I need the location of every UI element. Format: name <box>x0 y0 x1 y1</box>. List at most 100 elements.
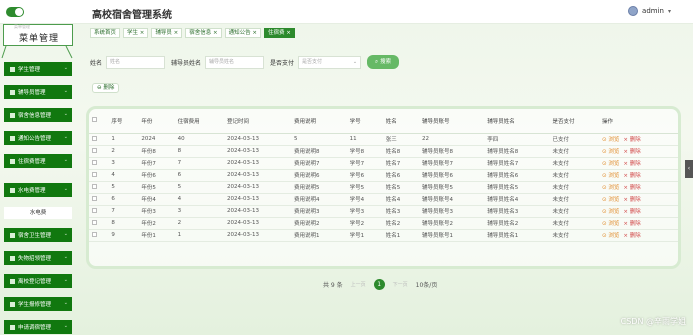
tab[interactable]: 住宿费 × <box>264 28 295 38</box>
select-all-checkbox[interactable] <box>92 117 97 123</box>
sidebar-item[interactable]: 失物招领管理 ⌄ <box>4 251 72 265</box>
counselor-input[interactable]: 辅导员姓名 <box>205 55 265 69</box>
row-checkbox[interactable] <box>92 195 97 201</box>
delete-button[interactable]: × 删除 <box>623 233 640 239</box>
sidebar-item[interactable]: 学生报修管理 ⌄ <box>4 297 72 311</box>
row-checkbox[interactable] <box>92 135 97 141</box>
tab-label: 学生 <box>127 30 139 36</box>
tab[interactable]: 通知公告 × <box>224 28 262 38</box>
page-number-current[interactable]: 1 <box>373 278 385 290</box>
view-button[interactable]: ⊙ 浏览 <box>602 209 619 215</box>
close-icon[interactable]: × <box>251 30 257 36</box>
table-cell: 学号6 <box>346 169 383 182</box>
close-icon[interactable]: × <box>172 30 179 36</box>
menu-icon <box>10 278 15 284</box>
delete-button[interactable]: × 删除 <box>623 173 640 179</box>
tab[interactable]: 宿舍信息 × <box>185 28 222 38</box>
table-cell: 辅导员账号4 <box>418 193 485 206</box>
tab[interactable]: 辅导员 × <box>151 28 183 38</box>
close-icon[interactable]: × <box>285 30 291 36</box>
delete-label: 删除 <box>629 161 641 167</box>
table-row: 6 年份4 4 2024-03-13 费用说明4 学号4 姓名4 辅导员账号4 辅导员姓名4 未支… <box>89 193 678 206</box>
table-cell: 2024-03-13 <box>224 193 292 206</box>
view-label: 浏览 <box>608 233 620 239</box>
column-header: 姓名 <box>382 109 419 134</box>
search-button[interactable]: ⌕ 搜索 <box>367 55 400 69</box>
sidebar-item[interactable]: 宿舍信息管理 ⌄ <box>4 108 72 122</box>
view-label: 浏览 <box>608 161 620 167</box>
column-header: 年份 <box>138 109 175 134</box>
batch-delete-button[interactable]: ⊖ 删除 <box>92 83 120 93</box>
sidebar-item[interactable]: 离校登记管理 ⌄ <box>4 274 72 288</box>
system-title: 高校宿舍管理系统 <box>92 10 172 21</box>
menu-header-shadow-text: 菜单管理 <box>14 24 30 29</box>
sidebar-toggle[interactable] <box>6 7 24 17</box>
view-button[interactable]: ⊙ 浏览 <box>602 161 619 167</box>
close-icon[interactable]: × <box>211 30 218 36</box>
sidebar-item[interactable]: 水电费管理 ⌄ <box>4 183 72 197</box>
table-cell: 费用说明8 <box>291 145 347 158</box>
row-checkbox[interactable] <box>92 219 97 225</box>
chevron-down-icon: ⌄ <box>63 231 68 237</box>
table-cell: 4 <box>174 193 225 206</box>
table-cell: 11 <box>346 133 383 146</box>
chevron-down-icon: ⌄ <box>352 58 358 65</box>
table-cell: 姓名2 <box>382 217 419 230</box>
table-cell: 2 <box>108 145 139 158</box>
table-cell: 年份2 <box>138 217 175 230</box>
sidebar-item[interactable]: 申请调宿管理 ⌄ <box>4 320 72 334</box>
delete-button[interactable]: × 删除 <box>623 209 640 215</box>
delete-button[interactable]: × 删除 <box>623 221 640 227</box>
view-button[interactable]: ⊙ 浏览 <box>602 185 619 191</box>
menu-icon <box>10 301 15 307</box>
table-cell: 2024-03-13 <box>224 229 292 242</box>
side-collapse-tab[interactable]: ‹ <box>685 160 693 178</box>
sidebar-item[interactable]: 通知公告管理 ⌄ <box>4 131 72 145</box>
view-button[interactable]: ⊙ 浏览 <box>602 197 619 203</box>
table-cell: 辅导员账号6 <box>418 169 485 182</box>
user-menu[interactable]: admin ▾ <box>628 6 671 16</box>
row-checkbox[interactable] <box>92 231 97 237</box>
view-label: 浏览 <box>608 173 620 179</box>
sidebar-subitem[interactable]: 水电费 <box>4 207 72 219</box>
sidebar-item[interactable]: 学生管理 ⌄ <box>4 62 72 76</box>
prev-page-button[interactable]: 上一页 <box>351 281 366 288</box>
sidebar-item[interactable]: 宿舍卫生管理 ⌄ <box>4 228 72 242</box>
table-body: 1 2024 40 2024-03-13 5 11 张三 22 李四 已支付 ⊙ 浏览 × 删除 2 年份… <box>89 133 678 242</box>
sidebar-item[interactable]: 住宿费管理 ⌄ <box>4 154 72 168</box>
table-cell: 姓名3 <box>382 205 419 218</box>
view-button[interactable]: ⊙ 浏览 <box>602 221 619 227</box>
sidebar-item-label: 辅导员管理 <box>18 90 46 96</box>
tab[interactable]: 系统首页 <box>90 28 121 38</box>
sidebar-item-label: 住宿费管理 <box>18 159 46 165</box>
row-checkbox[interactable] <box>92 159 97 165</box>
page-size-select[interactable]: 10条/页 <box>416 280 438 289</box>
close-icon[interactable]: × <box>138 30 145 36</box>
row-checkbox[interactable] <box>92 183 97 189</box>
tab[interactable]: 学生 × <box>123 28 149 38</box>
sidebar-item[interactable]: 辅导员管理 ⌄ <box>4 85 72 99</box>
batch-delete-label: 删除 <box>103 85 115 91</box>
row-select-cell <box>89 205 109 218</box>
name-input[interactable]: 姓名 <box>106 55 166 69</box>
table-cell: 姓名8 <box>382 145 419 158</box>
row-checkbox[interactable] <box>92 147 97 153</box>
paid-select[interactable]: 是否支付 ⌄ <box>298 55 362 69</box>
delete-button[interactable]: × 删除 <box>623 149 640 155</box>
sidebar-item-label: 水电费管理 <box>18 188 46 194</box>
row-checkbox[interactable] <box>92 171 97 177</box>
row-select-cell <box>89 217 109 230</box>
view-button[interactable]: ⊙ 浏览 <box>602 173 619 179</box>
view-button[interactable]: ⊙ 浏览 <box>602 149 619 155</box>
delete-button[interactable]: × 删除 <box>623 185 640 191</box>
delete-button[interactable]: × 删除 <box>623 161 640 167</box>
name-label: 姓名 <box>90 59 103 67</box>
row-checkbox[interactable] <box>92 207 97 213</box>
search-icon: ⌕ <box>375 59 379 65</box>
view-button[interactable]: ⊙ 浏览 <box>602 233 619 239</box>
table-cell: 费用说明4 <box>291 193 347 206</box>
next-page-button[interactable]: 下一页 <box>393 281 408 288</box>
delete-button[interactable]: × 删除 <box>623 197 640 203</box>
delete-button[interactable]: × 删除 <box>623 137 640 143</box>
view-button[interactable]: ⊙ 浏览 <box>602 137 619 143</box>
